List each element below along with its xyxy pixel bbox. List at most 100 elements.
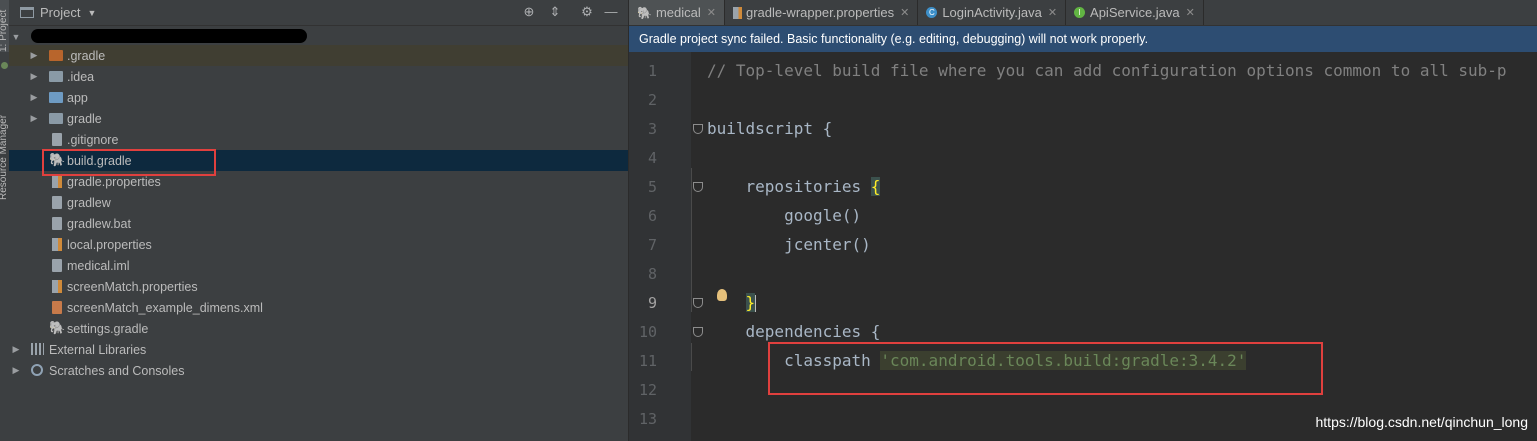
tree-item-label: gradlew [67,195,111,210]
module-folder-icon [49,92,63,103]
tree-root[interactable]: ▼ [9,26,628,47]
sync-status-icon [1,62,8,69]
tree-item-app[interactable]: ▶ app [9,87,628,108]
line-number-current: 9 [647,294,657,312]
tree-item-label: local.properties [67,237,152,252]
highlight-box-build-gradle [42,149,216,176]
tab-label: medical [655,5,701,20]
tab-gradle-wrapper-properties[interactable]: gradle-wrapper.properties ✕ [725,0,919,25]
properties-file-icon [52,280,62,293]
close-icon[interactable]: ✕ [707,6,716,19]
expand-arrow-icon[interactable]: ▶ [29,113,39,124]
class-icon: C [926,7,938,18]
code-line-7[interactable]: jcenter() [707,235,871,254]
resource-manager-tool-tab[interactable]: Resource Manager [0,100,9,200]
code-line-9[interactable]: } [707,293,757,312]
tree-item-medical-iml[interactable]: medical.iml [9,255,628,276]
highlight-box-classpath [768,342,1323,395]
gradle-elephant-icon: 🐘 [49,320,66,335]
sync-failed-banner: Gradle project sync failed. Basic functi… [629,26,1537,52]
tree-item-external-libraries[interactable]: ▶ External Libraries [9,339,628,360]
project-panel: Project ▼ ⊕ ⇕ ⚙ — ▼ ▶ .gradle ▶ .idea ▶ … [9,0,629,441]
tree-item-gradlew[interactable]: gradlew [9,192,628,213]
locate-file-icon[interactable]: ⊕ [521,4,537,20]
line-number: 1 [647,62,657,80]
interface-icon: I [1074,7,1086,18]
code-token: repositories [707,177,871,196]
tree-item-local-properties[interactable]: local.properties [9,234,628,255]
hide-panel-icon[interactable]: — [603,4,619,20]
editor-tabs: 🐘 medical ✕ gradle-wrapper.properties ✕ … [629,0,1537,26]
collapse-all-icon[interactable]: ⇕ [547,4,563,20]
tree-item-settings-gradle[interactable]: 🐘 settings.gradle [9,318,628,339]
redacted-root-name [31,29,307,43]
tab-label: LoginActivity.java [942,5,1042,20]
tree-item-label: Scratches and Consoles [49,363,185,378]
tree-item-screenmatch-xml[interactable]: screenMatch_example_dimens.xml [9,297,628,318]
code-line-1[interactable]: // Top-level build file where you can ad… [707,61,1507,80]
line-number-gutter: 1 2 3 4 5 6 7 8 9 10 11 12 13 [629,52,691,441]
code-line-3[interactable]: buildscript { [707,119,832,138]
tree-item-idea[interactable]: ▶ .idea [9,66,628,87]
tree-item-label: gradle.properties [67,174,161,189]
tree-item-gitignore[interactable]: .gitignore [9,129,628,150]
gradle-elephant-icon: 🐘 [637,5,652,20]
tree-item-screenmatch-properties[interactable]: screenMatch.properties [9,276,628,297]
file-icon [52,259,62,272]
tab-apiservice[interactable]: I ApiService.java ✕ [1066,0,1204,25]
tree-item-label: External Libraries [49,342,147,357]
matching-brace: { [870,177,881,196]
code-line-6[interactable]: google() [707,206,861,225]
code-line-10[interactable]: dependencies { [707,322,881,341]
tree-item-label: app [67,90,88,105]
close-icon[interactable]: ✕ [900,6,909,19]
line-number: 5 [647,178,657,196]
expand-arrow-icon[interactable]: ▶ [11,365,21,376]
folder-icon [49,71,63,82]
file-icon [52,217,62,230]
tree-item-label: gradle [67,111,102,126]
line-number: 8 [647,265,657,283]
editor-area: 🐘 medical ✕ gradle-wrapper.properties ✕ … [629,0,1537,441]
tree-item-gradlew-bat[interactable]: gradlew.bat [9,213,628,234]
tab-loginactivity[interactable]: C LoginActivity.java ✕ [918,0,1067,25]
chevron-down-icon: ▼ [87,7,97,18]
expand-arrow-icon[interactable]: ▼ [11,32,21,42]
tree-item-label: .idea [67,69,95,84]
expand-arrow-icon[interactable]: ▶ [11,344,21,355]
gear-icon[interactable]: ⚙ [579,4,595,20]
expand-arrow-icon[interactable]: ▶ [29,50,39,61]
tree-item-gradle-dir[interactable]: ▶ .gradle [9,45,628,66]
fold-marker-icon[interactable] [693,327,703,337]
line-number: 3 [647,120,657,138]
xml-file-icon [52,301,62,314]
project-panel-header: Project ▼ ⊕ ⇕ ⚙ — [9,0,628,26]
close-icon[interactable]: ✕ [1186,6,1195,19]
library-icon [31,343,44,355]
matching-brace: } [745,293,756,312]
editor-scrollbar[interactable] [1523,52,1537,441]
file-icon [52,196,62,209]
tree-item-label: gradlew.bat [67,216,131,231]
expand-arrow-icon[interactable]: ▶ [29,92,39,103]
tab-label: gradle-wrapper.properties [745,5,895,20]
fold-range-line [691,343,692,371]
tree-item-gradle[interactable]: ▶ gradle [9,108,628,129]
expand-arrow-icon[interactable]: ▶ [29,71,39,82]
line-number: 13 [638,410,657,428]
tab-medical[interactable]: 🐘 medical ✕ [629,0,725,25]
project-icon [20,7,34,18]
line-number: 6 [647,207,657,225]
tab-label: ApiService.java [1090,5,1180,20]
tree-item-label: medical.iml [67,258,130,273]
line-number: 10 [638,323,657,341]
folder-icon [49,113,63,124]
fold-marker-icon[interactable] [693,182,703,192]
project-view-selector[interactable]: Project ▼ [20,0,96,25]
fold-marker-icon[interactable] [693,124,703,134]
tree-item-scratches[interactable]: ▶ Scratches and Consoles [9,360,628,381]
close-icon[interactable]: ✕ [1048,6,1057,19]
fold-marker-icon[interactable] [693,298,703,308]
project-tool-tab[interactable]: 1: Project [0,0,9,52]
code-line-5[interactable]: repositories { [707,177,881,196]
